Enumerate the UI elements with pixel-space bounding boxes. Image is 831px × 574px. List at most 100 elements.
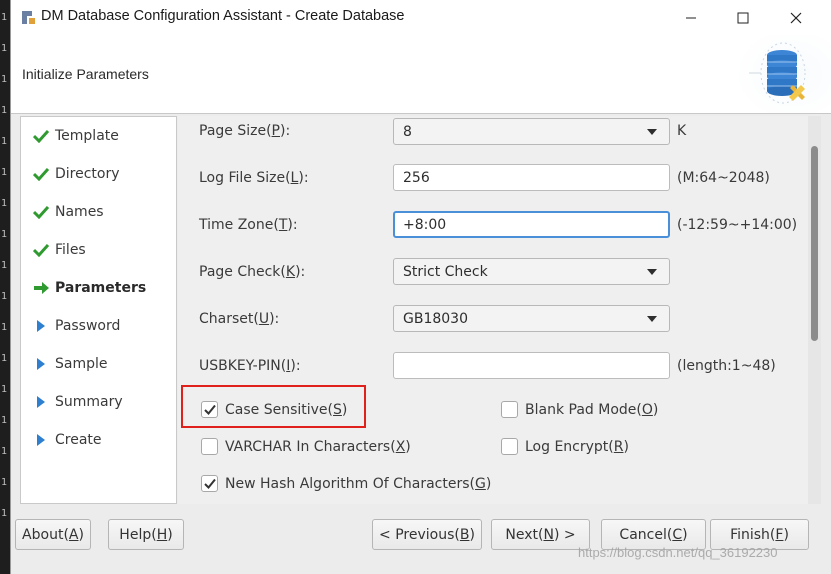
scrollbar-thumb[interactable]	[811, 146, 818, 341]
watermark-text: https://blog.csdn.net/qq_36192230	[578, 545, 778, 560]
blank-pad-mode-checkbox[interactable]: Blank Pad Mode(O)	[501, 401, 658, 418]
strip-char: 1	[1, 74, 8, 85]
form-scrollbar[interactable]	[808, 116, 821, 504]
arrow-right-icon	[33, 282, 49, 294]
nav-step-names[interactable]: Names	[21, 197, 176, 227]
triangle-right-icon	[37, 358, 45, 370]
dropdown-arrow-icon	[647, 316, 657, 322]
checkmark-icon	[203, 404, 216, 415]
strip-char: 1	[1, 508, 8, 519]
maximize-button[interactable]	[720, 4, 766, 32]
strip-char: 1	[1, 229, 8, 240]
page-size-value: 8	[403, 123, 412, 140]
close-button[interactable]	[773, 4, 819, 32]
triangle-right-icon	[37, 396, 45, 408]
strip-char: 1	[1, 260, 8, 271]
time-zone-label: Time Zone(T):	[199, 217, 298, 233]
nav-step-files[interactable]: Files	[21, 235, 176, 265]
strip-char: 1	[1, 322, 8, 333]
page-title: Initialize Parameters	[22, 66, 149, 82]
log-file-size-label: Log File Size(L):	[199, 170, 309, 186]
nav-step-label: Password	[55, 318, 121, 334]
varchar-in-characters-checkbox[interactable]: VARCHAR In Characters(X)	[201, 438, 411, 455]
check-icon	[33, 243, 49, 257]
parameters-form: Page Size(P): 8 K Log File Size(L): 256 …	[178, 116, 808, 504]
log-file-size-value: 256	[403, 169, 430, 186]
dropdown-arrow-icon	[647, 269, 657, 275]
previous-button[interactable]: < Previous(B)	[372, 519, 482, 550]
strip-char: 1	[1, 43, 8, 54]
checkbox-box	[201, 438, 218, 455]
nav-step-label: Parameters	[55, 280, 147, 296]
nav-step-label: Files	[55, 242, 86, 258]
usbkey-pin-label: USBKEY-PIN(I):	[199, 358, 301, 374]
minimize-icon	[686, 17, 696, 19]
nav-step-directory[interactable]: Directory	[21, 159, 176, 189]
checkmark-icon	[203, 478, 216, 489]
time-zone-range: (-12:59~+14:00)	[677, 217, 798, 233]
step-navigation: Template Directory Names Files Parameter…	[20, 116, 177, 504]
maximize-icon	[737, 12, 749, 24]
charset-value: GB18030	[403, 310, 468, 327]
dialog-window: DM Database Configuration Assistant - Cr…	[10, 0, 831, 574]
nav-step-create[interactable]: Create	[21, 425, 176, 455]
strip-char: 1	[1, 477, 8, 488]
time-zone-input[interactable]: +8:00	[393, 211, 670, 238]
new-hash-algorithm-checkbox[interactable]: New Hash Algorithm Of Characters(G)	[201, 475, 491, 492]
title-bar: DM Database Configuration Assistant - Cr…	[11, 0, 831, 35]
log-file-size-input[interactable]: 256	[393, 164, 670, 191]
check-icon	[33, 167, 49, 181]
nav-step-summary[interactable]: Summary	[21, 387, 176, 417]
time-zone-value: +8:00	[403, 216, 447, 233]
checkbox-box	[201, 475, 218, 492]
triangle-right-icon	[37, 434, 45, 446]
varchar-in-characters-label: VARCHAR In Characters(X)	[225, 438, 411, 455]
nav-step-label: Summary	[55, 394, 123, 410]
log-encrypt-label: Log Encrypt(R)	[525, 438, 629, 455]
strip-char: 1	[1, 198, 8, 209]
dropdown-arrow-icon	[647, 129, 657, 135]
nav-step-label: Sample	[55, 356, 108, 372]
strip-char: 1	[1, 12, 8, 23]
usbkey-pin-range: (length:1~48)	[677, 358, 776, 374]
new-hash-algorithm-label: New Hash Algorithm Of Characters(G)	[225, 475, 492, 492]
strip-char: 1	[1, 136, 8, 147]
window-title: DM Database Configuration Assistant - Cr…	[41, 8, 405, 24]
strip-char: 1	[1, 105, 8, 116]
nav-step-label: Names	[55, 204, 104, 220]
strip-char: 1	[1, 415, 8, 426]
strip-char: 1	[1, 167, 8, 178]
about-button[interactable]: About(A)	[15, 519, 91, 550]
usbkey-pin-input[interactable]	[393, 352, 670, 379]
page-check-value: Strict Check	[403, 263, 488, 280]
strip-char: 1	[1, 446, 8, 457]
page-check-select[interactable]: Strict Check	[393, 258, 670, 285]
nav-step-label: Create	[55, 432, 102, 448]
charset-select[interactable]: GB18030	[393, 305, 670, 332]
nav-step-label: Directory	[55, 166, 120, 182]
blank-pad-mode-label: Blank Pad Mode(O)	[525, 401, 659, 418]
nav-step-password[interactable]: Password	[21, 311, 176, 341]
log-encrypt-checkbox[interactable]: Log Encrypt(R)	[501, 438, 629, 455]
page-size-unit: K	[677, 123, 687, 139]
database-icon	[735, 35, 831, 113]
background-terminal-strip: 1 1 1 1 1 1 1 1 1 1 1 1 1 1 1 1 1	[0, 0, 10, 574]
nav-step-parameters[interactable]: Parameters	[21, 273, 176, 303]
minimize-button[interactable]	[668, 4, 714, 32]
next-button[interactable]: Next(N) >	[491, 519, 590, 550]
page-header: Initialize Parameters	[11, 35, 831, 113]
help-button[interactable]: Help(H)	[108, 519, 184, 550]
database-logo	[735, 35, 831, 113]
case-sensitive-label: Case Sensitive(S)	[225, 401, 348, 418]
strip-char: 1	[1, 291, 8, 302]
nav-step-sample[interactable]: Sample	[21, 349, 176, 379]
strip-char: 1	[1, 384, 8, 395]
nav-step-template[interactable]: Template	[21, 121, 176, 151]
case-sensitive-checkbox[interactable]: Case Sensitive(S)	[201, 401, 347, 418]
checkbox-box	[501, 438, 518, 455]
log-file-size-range: (M:64~2048)	[677, 170, 770, 186]
page-size-select[interactable]: 8	[393, 118, 670, 145]
close-icon	[790, 12, 802, 24]
nav-step-label: Template	[55, 128, 119, 144]
strip-char: 1	[1, 353, 8, 364]
